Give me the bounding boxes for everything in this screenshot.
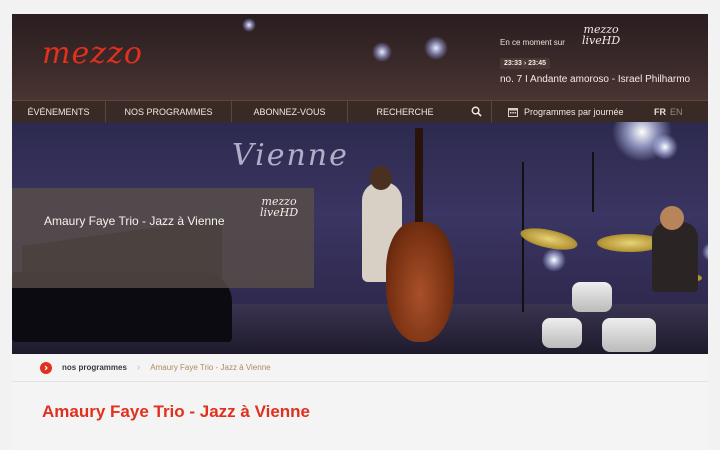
lang-fr[interactable]: FR: [654, 107, 666, 117]
main-nav: ÉVÉNEMENTS NOS PROGRAMMES ABONNEZ-VOUS R…: [12, 100, 708, 123]
now-playing-title[interactable]: no. 7 I Andante amoroso - Israel Philhar…: [500, 74, 708, 85]
language-switcher: FR EN: [650, 107, 683, 117]
lang-en[interactable]: EN: [670, 107, 683, 117]
double-bass: [386, 222, 454, 342]
page-title: Amaury Faye Trio - Jazz à Vienne: [42, 402, 311, 421]
mezzo-live-logo-overlay: mezzo liveHD: [260, 195, 299, 219]
search-icon: [471, 106, 482, 117]
breadcrumb-separator: ›: [136, 362, 141, 373]
drum-kit: [572, 282, 612, 312]
page: mezzo En ce moment sur mezzo liveHD 23:3…: [12, 14, 708, 450]
calendar-icon: [508, 107, 518, 117]
nav-item-abonnez[interactable]: ABONNEZ-VOUS: [232, 100, 348, 123]
search-button[interactable]: [462, 100, 492, 123]
hero-image: Vienne Amaury Faye Trio - Jazz à Vienne …: [12, 122, 708, 354]
site-header: mezzo En ce moment sur mezzo liveHD 23:3…: [12, 14, 708, 100]
now-playing-label: En ce moment sur: [500, 38, 565, 47]
stage-sign: Vienne: [232, 138, 349, 173]
hero-caption-box: Amaury Faye Trio - Jazz à Vienne mezzo l…: [12, 188, 314, 288]
time-range-badge: 23:33 › 23:45: [500, 58, 551, 69]
breadcrumb-current: Amaury Faye Trio - Jazz à Vienne: [150, 363, 271, 372]
nav-item-recherche[interactable]: RECHERCHE: [348, 101, 462, 123]
breadcrumb: nos programmes › Amaury Faye Trio - Jazz…: [12, 354, 708, 382]
schedule-link[interactable]: Programmes par journée: [492, 101, 650, 123]
mezzo-live-logo[interactable]: mezzo liveHD: [582, 24, 620, 46]
schedule-label: Programmes par journée: [524, 106, 624, 117]
hero-caption: Amaury Faye Trio - Jazz à Vienne: [44, 214, 225, 228]
drummer: [652, 222, 698, 292]
mezzo-logo[interactable]: mezzo: [42, 36, 143, 71]
nav-item-programmes[interactable]: NOS PROGRAMMES: [106, 100, 232, 123]
nav-item-evenements[interactable]: ÉVÉNEMENTS: [12, 100, 106, 123]
breadcrumb-home[interactable]: nos programmes: [62, 363, 127, 372]
breadcrumb-home-icon[interactable]: [40, 361, 52, 374]
chevron-right-icon: [44, 365, 48, 370]
